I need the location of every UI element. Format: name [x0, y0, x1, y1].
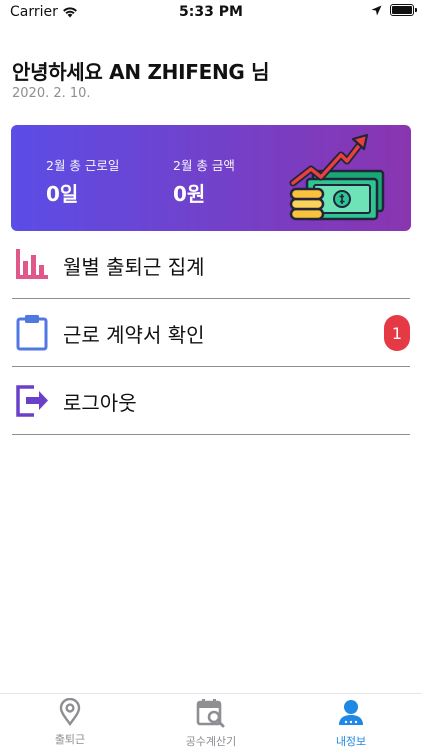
tab-calculator-label: 공수계산기 [185, 735, 237, 748]
notification-badge: 1 [384, 315, 410, 351]
status-time: 5:33 PM [179, 4, 243, 20]
tab-my-info[interactable]: 내정보 [291, 698, 411, 748]
battery-icon [390, 4, 417, 16]
total-workdays-label: 2월 총 근로일 [46, 158, 120, 173]
total-workdays-stat: 2월 총 근로일 0일 [46, 155, 119, 207]
total-workdays-value: 0일 [46, 182, 79, 206]
status-bar: Carrier 5:33 PM [0, 0, 422, 26]
bar-chart-icon [16, 249, 48, 279]
monthly-summary-card: 2월 총 근로일 0일 2월 총 금액 0원 [11, 125, 411, 231]
greeting-title: 안녕하세요 AN ZHIFENG 님 [12, 60, 270, 84]
menu-item-logout[interactable]: 로그아웃 [12, 367, 410, 435]
tab-my-info-label: 내정보 [335, 735, 367, 748]
menu-item-label: 월별 출퇴근 집계 [63, 255, 205, 279]
status-right [371, 4, 417, 16]
current-date: 2020. 2. 10. [12, 86, 91, 101]
tab-commute-label: 출퇴근 [54, 733, 86, 746]
clipboard-icon [16, 315, 48, 351]
location-pin-icon [59, 698, 81, 726]
menu-item-label: 로그아웃 [63, 391, 137, 415]
menu-item-monthly-attendance[interactable]: 월별 출퇴근 집계 [12, 231, 410, 299]
total-amount-stat: 2월 총 금액 0원 [173, 155, 235, 207]
tab-bar: 출퇴근 공수계산기 내정보 [0, 693, 422, 750]
tab-commute[interactable]: 출퇴근 [10, 698, 130, 748]
tab-calculator[interactable]: 공수계산기 [151, 698, 271, 748]
total-amount-label: 2월 총 금액 [173, 158, 235, 173]
total-amount-value: 0원 [173, 182, 206, 206]
money-growth-icon [289, 133, 385, 221]
menu-item-label: 근로 계약서 확인 [63, 323, 205, 347]
calendar-search-icon [196, 699, 225, 728]
logout-icon [16, 385, 48, 417]
user-icon [339, 700, 363, 725]
location-arrow-icon [371, 5, 382, 15]
menu-item-contract-check[interactable]: 근로 계약서 확인 1 [12, 299, 410, 367]
